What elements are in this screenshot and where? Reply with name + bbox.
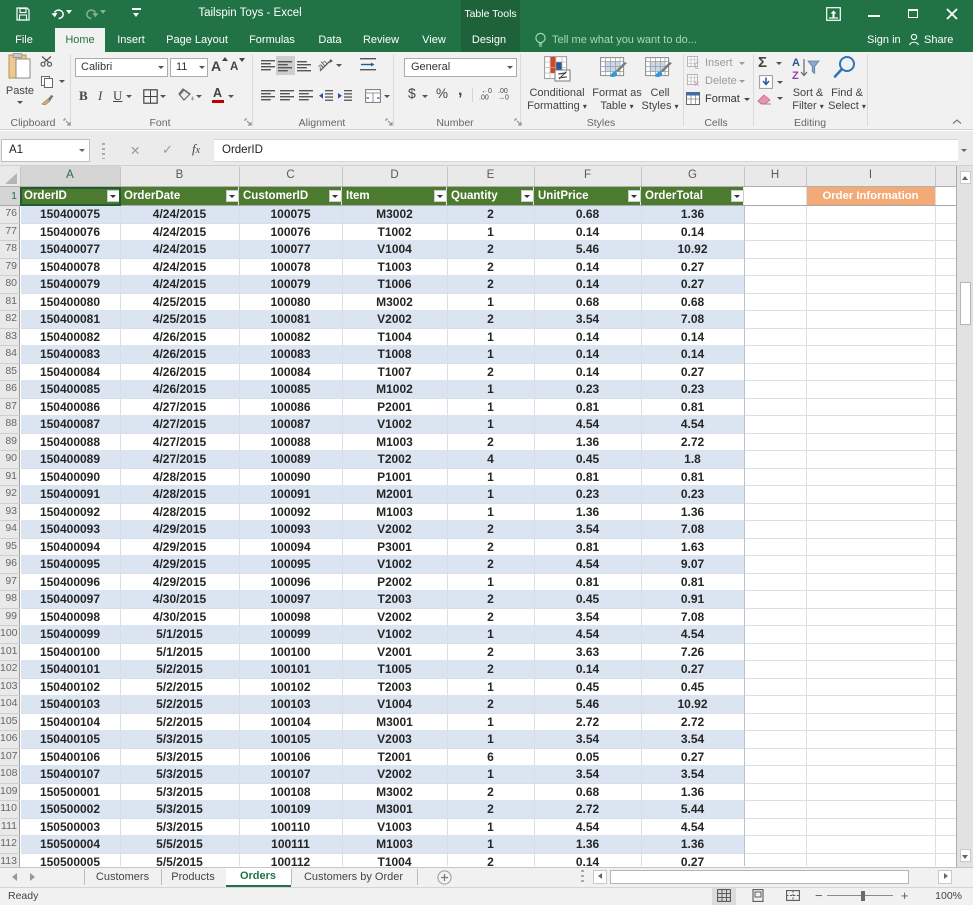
svg-text:→0: →0 (498, 95, 509, 101)
svg-text:Z: Z (792, 70, 799, 81)
svg-text:A: A (792, 57, 800, 69)
svg-text:.00: .00 (479, 95, 489, 101)
svg-text:ab: ab (318, 58, 330, 72)
svg-text:×: × (694, 79, 699, 87)
svg-text:⤹: ⤹ (694, 61, 700, 69)
